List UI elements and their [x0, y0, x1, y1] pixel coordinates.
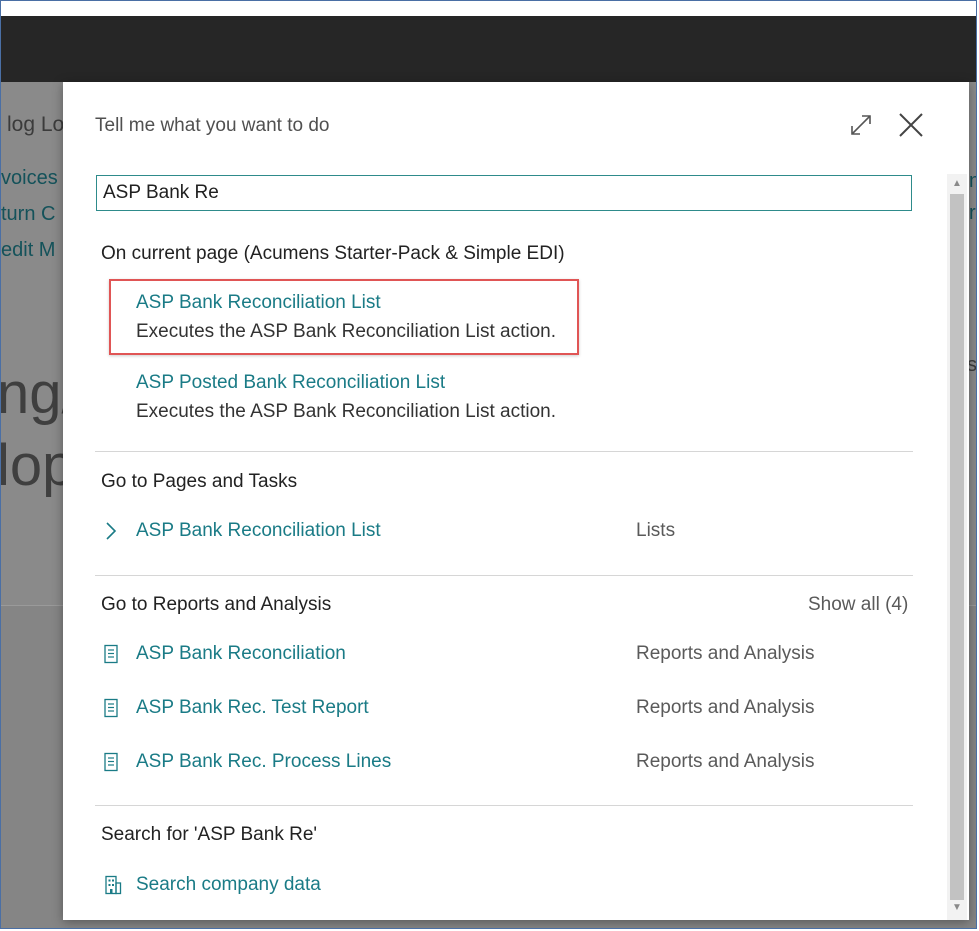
- report-link[interactable]: ASP Bank Rec. Process Lines: [136, 751, 391, 773]
- app-window: log Lo voices turn C edit M ng/ lop n r …: [0, 0, 977, 929]
- pages-tasks-link[interactable]: ASP Bank Reconciliation List: [136, 520, 381, 542]
- background-right-fragment: r: [969, 202, 976, 224]
- scroll-up-icon[interactable]: ▲: [951, 178, 963, 190]
- top-navigation-bar: [1, 16, 976, 82]
- current-page-action-link[interactable]: ASP Bank Reconciliation List: [136, 292, 381, 314]
- report-category: Reports and Analysis: [636, 751, 815, 772]
- background-header-fragment: log Lo: [7, 113, 65, 136]
- background-nav-link: turn C: [1, 203, 56, 225]
- background-nav-link: edit M: [1, 239, 56, 261]
- report-icon: [101, 643, 121, 665]
- section-header-search-for: Search for 'ASP Bank Re': [101, 824, 318, 845]
- close-icon: [899, 113, 923, 137]
- background-nav-link: voices: [1, 167, 58, 189]
- section-header-current-page: On current page (Acumens Starter-Pack & …: [101, 243, 565, 264]
- current-page-action-description: Executes the ASP Bank Reconciliation Lis…: [136, 321, 557, 342]
- expand-icon: [851, 115, 871, 135]
- report-category: Reports and Analysis: [636, 643, 815, 664]
- section-header-pages-tasks: Go to Pages and Tasks: [101, 471, 298, 492]
- report-icon: [101, 751, 121, 773]
- expand-button[interactable]: [845, 109, 877, 141]
- report-category: Reports and Analysis: [636, 697, 815, 718]
- report-link[interactable]: ASP Bank Rec. Test Report: [136, 697, 369, 719]
- company-building-icon: [103, 874, 123, 896]
- section-divider: [95, 575, 913, 576]
- search-company-data-link[interactable]: Search company data: [136, 874, 321, 896]
- dialog-title: Tell me what you want to do: [95, 115, 330, 136]
- show-all-link[interactable]: Show all (4): [808, 594, 908, 616]
- scroll-down-icon[interactable]: ▼: [951, 902, 963, 914]
- top-strip: [1, 1, 976, 16]
- search-input[interactable]: [96, 175, 912, 211]
- report-icon: [101, 697, 121, 719]
- pages-tasks-category: Lists: [636, 520, 676, 541]
- section-divider: [95, 451, 913, 452]
- background-right-fragment: n: [969, 170, 976, 193]
- scroll-thumb[interactable]: [950, 194, 964, 900]
- tell-me-dialog: Tell me what you want to do On current p…: [63, 82, 969, 920]
- highlight-annotation: [109, 279, 579, 355]
- section-header-reports: Go to Reports and Analysis: [101, 594, 332, 615]
- dialog-scrollbar[interactable]: ▲ ▼: [947, 174, 967, 920]
- report-link[interactable]: ASP Bank Reconciliation: [136, 643, 346, 665]
- current-page-action-link[interactable]: ASP Posted Bank Reconciliation List: [136, 372, 445, 394]
- close-button[interactable]: [895, 109, 927, 141]
- section-divider: [95, 805, 913, 806]
- current-page-action-description: Executes the ASP Bank Reconciliation Lis…: [136, 401, 557, 422]
- chevron-right-icon: [101, 520, 121, 542]
